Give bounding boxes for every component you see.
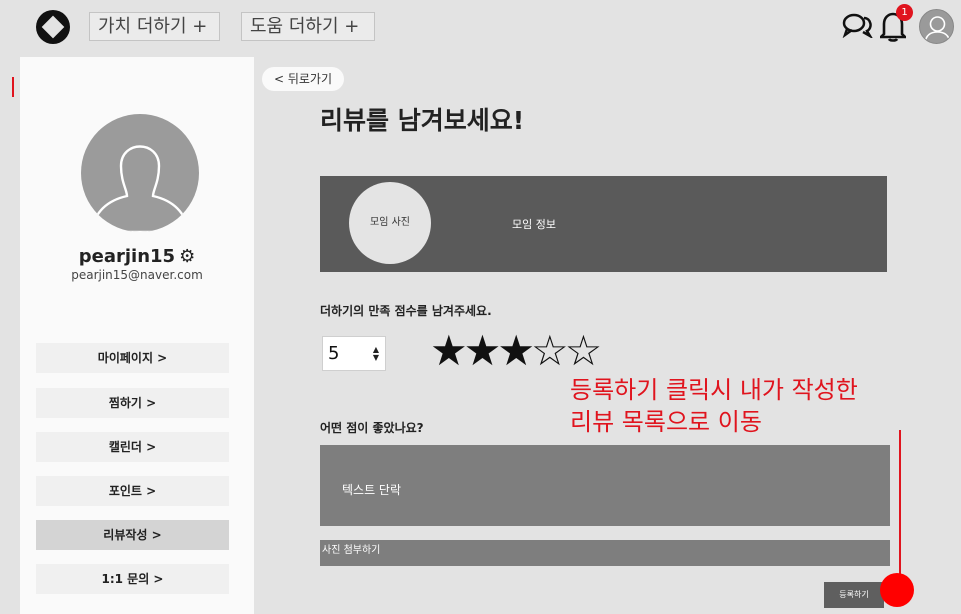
star-filled-icon[interactable]: ★: [464, 327, 502, 375]
sidebar: pearjin15 ⚙ pearjin15@naver.com 마이페이지 > 찜…: [20, 57, 254, 614]
annotation-note: 등록하기 클릭시 내가 작성한 리뷰 목록으로 이동: [570, 374, 940, 438]
annotation-line-2: 리뷰 목록으로 이동: [570, 408, 762, 436]
notification-badge: 1: [896, 4, 913, 21]
username-text: pearjin15: [78, 246, 176, 267]
group-info: 모임 정보: [512, 218, 556, 231]
nav-add-value-button[interactable]: 가치 더하기 +: [89, 12, 220, 41]
group-photo: 모임 사진: [349, 182, 431, 264]
red-marker: [12, 77, 14, 97]
submit-button[interactable]: 등록하기: [824, 582, 884, 608]
attach-photo-field[interactable]: 사진 첨부하기: [320, 540, 890, 566]
nav-add-help-button[interactable]: 도움 더하기 +: [241, 12, 375, 41]
username: pearjin15 ⚙: [20, 246, 254, 267]
annotation-line-1: 등록하기 클릭시 내가 작성한: [570, 376, 858, 404]
sidebar-item-calendar[interactable]: 캘린더 >: [36, 432, 229, 462]
sidebar-item-mypage[interactable]: 마이페이지 >: [36, 343, 229, 373]
top-navigation-bar: 가치 더하기 + 도움 더하기 + 1: [0, 0, 961, 56]
user-email: pearjin15@naver.com: [71, 268, 203, 282]
sidebar-item-wishlist[interactable]: 찜하기 >: [36, 388, 229, 418]
star-empty-icon[interactable]: ☆: [531, 327, 569, 375]
text-area-placeholder: 텍스트 단락: [342, 483, 402, 497]
sidebar-item-inquiry[interactable]: 1:1 문의 >: [36, 564, 229, 594]
star-filled-icon[interactable]: ★: [497, 327, 535, 375]
user-avatar-icon[interactable]: [919, 9, 954, 44]
annotation-pointer-line: [899, 430, 901, 580]
star-empty-icon[interactable]: ☆: [565, 327, 603, 375]
review-text-area[interactable]: 텍스트 단락: [320, 445, 890, 526]
score-label: 더하기의 만족 점수를 남겨주세요.: [320, 304, 492, 318]
group-card: 모임 사진 모임 정보: [320, 176, 887, 272]
chat-bubbles-icon[interactable]: [842, 12, 874, 42]
red-dot-marker: [880, 573, 914, 607]
star-rating[interactable]: ★★★☆☆: [430, 327, 603, 375]
aperture-logo-icon[interactable]: [36, 10, 70, 44]
gear-icon[interactable]: ⚙: [179, 246, 195, 267]
spinner-arrows-icon[interactable]: ▲ ▼: [373, 346, 379, 362]
good-points-label: 어떤 점이 좋았나요?: [320, 421, 424, 435]
sidebar-item-write-review[interactable]: 리뷰작성 >: [36, 520, 229, 550]
score-value: 5: [328, 343, 340, 364]
star-filled-icon[interactable]: ★: [430, 327, 468, 375]
back-button[interactable]: < 뒤로가기: [262, 67, 344, 91]
score-stepper[interactable]: 5 ▲ ▼: [322, 336, 386, 371]
page-title: 리뷰를 남겨보세요!: [320, 106, 525, 135]
profile-avatar: [81, 114, 199, 232]
sidebar-item-points[interactable]: 포인트 >: [36, 476, 229, 506]
